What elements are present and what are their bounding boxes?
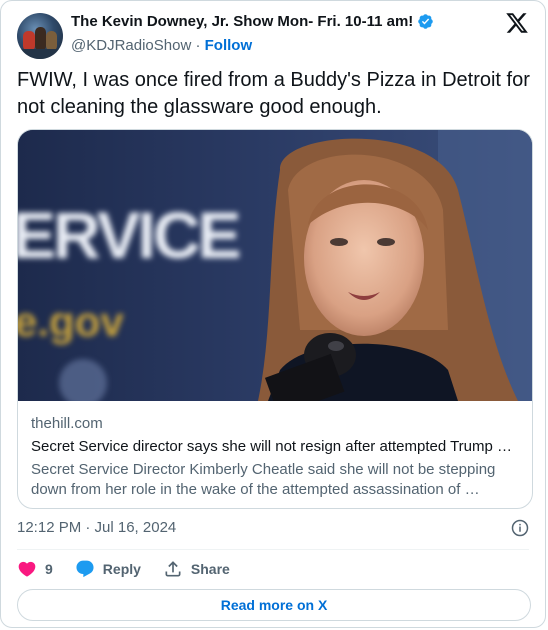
link-headline: Secret Service director says she will no… — [31, 438, 520, 455]
tweet-timestamp[interactable]: 12:12 PM · Jul 16, 2024 — [17, 519, 176, 536]
like-button[interactable]: 9 — [17, 559, 53, 579]
image-sign-text: ERVICE — [18, 198, 240, 272]
link-domain: thehill.com — [31, 415, 103, 432]
reply-label: Reply — [102, 561, 141, 577]
author-display-name[interactable]: The Kevin Downey, Jr. Show Mon- Fri. 10-… — [71, 13, 413, 30]
tweet-text: FWIW, I was once fired from a Buddy's Pi… — [17, 69, 530, 118]
share-button[interactable]: Share — [163, 559, 230, 579]
image-sign-subtext: e.gov — [18, 298, 124, 345]
share-icon — [165, 561, 181, 577]
tweet-header: The Kevin Downey, Jr. Show Mon- Fri. 10-… — [17, 11, 529, 59]
reply-button[interactable]: Reply — [75, 559, 141, 579]
author-avatar[interactable] — [17, 13, 63, 59]
heart-icon — [18, 561, 36, 577]
follow-button[interactable]: Follow — [205, 37, 253, 54]
handle-separator: · — [191, 37, 205, 54]
timestamp-row: 12:12 PM · Jul 16, 2024 — [17, 517, 529, 539]
author-handle[interactable]: @KDJRadioShow — [71, 37, 191, 54]
link-description: Secret Service Director Kimberly Cheatle… — [31, 461, 496, 498]
divider — [17, 549, 529, 550]
reply-bubble-icon — [76, 560, 94, 578]
x-logo-icon[interactable] — [505, 11, 529, 35]
share-label: Share — [190, 561, 230, 577]
read-more-button[interactable]: Read more on X — [17, 589, 531, 621]
article-image: ERVICE e.gov — [18, 130, 532, 401]
link-card-meta: thehill.com Secret Service director says… — [31, 414, 520, 500]
author-handle-line: @KDJRadioShow · Follow — [71, 37, 252, 54]
like-count: 9 — [45, 561, 53, 577]
action-bar: 9 Reply Share — [17, 557, 252, 581]
info-icon[interactable] — [511, 519, 529, 537]
link-preview-card[interactable]: ERVICE e.gov thehill.com Secret Service … — [17, 129, 533, 509]
tweet-embed: The Kevin Downey, Jr. Show Mon- Fri. 10-… — [0, 0, 546, 628]
author-name-line: The Kevin Downey, Jr. Show Mon- Fri. 10-… — [71, 13, 434, 30]
verified-badge-icon — [418, 14, 434, 29]
article-photo: ERVICE e.gov — [18, 130, 532, 401]
